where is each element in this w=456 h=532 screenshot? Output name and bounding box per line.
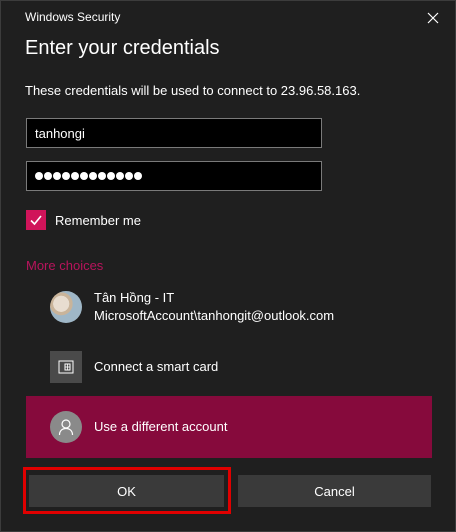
remember-me-label: Remember me <box>55 212 141 228</box>
dialog-description: These credentials will be used to connec… <box>25 83 361 98</box>
password-dot <box>71 172 79 180</box>
ok-button[interactable]: OK <box>29 475 224 507</box>
username-field[interactable]: tanhongi <box>26 118 322 148</box>
account-name: Tân Hồng - IT <box>94 290 175 305</box>
checkbox-checked[interactable] <box>26 210 46 230</box>
person-icon <box>50 411 82 443</box>
password-dot <box>134 172 142 180</box>
password-dot <box>80 172 88 180</box>
close-icon <box>427 12 439 24</box>
password-dot <box>89 172 97 180</box>
window-title: Windows Security <box>25 10 121 24</box>
password-dot <box>53 172 61 180</box>
username-value: tanhongi <box>35 125 85 141</box>
checkmark-icon <box>30 215 42 226</box>
avatar <box>50 291 82 323</box>
different-account-label: Use a different account <box>94 419 228 434</box>
remember-me-checkbox[interactable]: Remember me <box>26 209 141 231</box>
dialog-heading: Enter your credentials <box>25 37 220 59</box>
password-mask <box>35 172 142 180</box>
choice-smart-card[interactable]: Connect a smart card <box>26 343 432 391</box>
close-button[interactable] <box>421 7 445 29</box>
password-dot <box>44 172 52 180</box>
smart-card-label: Connect a smart card <box>94 359 219 374</box>
credentials-dialog: Windows Security Enter your credentials … <box>0 0 456 532</box>
choice-different-account[interactable]: Use a different account <box>26 396 432 458</box>
password-dot <box>98 172 106 180</box>
password-field[interactable] <box>26 161 322 191</box>
password-dot <box>116 172 124 180</box>
user-photo-avatar <box>50 291 82 323</box>
smart-card-icon <box>50 351 82 383</box>
title-bar: Windows Security <box>1 1 455 35</box>
choice-microsoft-account[interactable]: Tân Hồng - IT MicrosoftAccount\tanhongit… <box>26 283 432 331</box>
password-dot <box>35 172 43 180</box>
password-dot <box>125 172 133 180</box>
more-choices-link[interactable]: More choices <box>26 258 103 273</box>
cancel-button[interactable]: Cancel <box>238 475 431 507</box>
password-dot <box>107 172 115 180</box>
account-id: MicrosoftAccount\tanhongit@outlook.com <box>94 308 335 323</box>
password-dot <box>62 172 70 180</box>
